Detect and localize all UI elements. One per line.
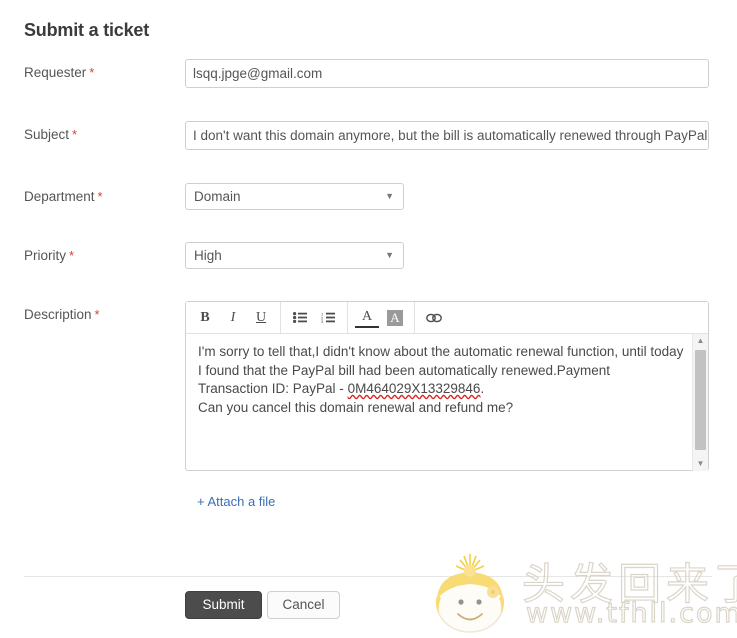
description-line: I found that the PayPal bill had been au… bbox=[198, 362, 611, 378]
required-asterisk: * bbox=[72, 127, 78, 142]
bullet-list-icon[interactable] bbox=[288, 307, 312, 329]
chevron-down-icon: ▼ bbox=[385, 191, 394, 201]
cancel-button[interactable]: Cancel bbox=[267, 591, 340, 619]
numbered-list-icon[interactable]: 1 2 3 bbox=[316, 307, 340, 329]
subject-label-text: Subject bbox=[24, 127, 70, 142]
description-line: I'm sorry to tell that,I didn't know abo… bbox=[198, 344, 684, 359]
description-label-text: Description bbox=[24, 307, 92, 322]
description-line: Transaction ID: PayPal - 0M464029X133298… bbox=[198, 380, 696, 399]
svg-text:3: 3 bbox=[321, 319, 324, 323]
priority-label: Priority * bbox=[24, 248, 74, 263]
requester-label-text: Requester bbox=[24, 65, 87, 80]
description-line: Can you cancel this domain renewal and r… bbox=[198, 399, 514, 415]
priority-selected-value: High bbox=[194, 248, 222, 263]
description-editor: B I U 1 2 3 A A I'm sorry to tell that,I… bbox=[185, 301, 709, 471]
toolbar-group-color: A A bbox=[348, 302, 415, 333]
link-icon[interactable] bbox=[422, 307, 446, 329]
numbered-list-glyph: 1 2 3 bbox=[321, 312, 335, 323]
scrollbar-thumb[interactable] bbox=[695, 350, 706, 450]
font-color-icon[interactable]: A bbox=[355, 308, 379, 328]
department-selected-value: Domain bbox=[194, 189, 241, 204]
watermark: 头发回来了 www.tfhll.com bbox=[430, 548, 737, 638]
priority-select[interactable]: High ▼ bbox=[185, 242, 404, 269]
required-asterisk: * bbox=[69, 248, 75, 263]
form-divider bbox=[24, 576, 712, 577]
requester-label: Requester * bbox=[24, 65, 94, 80]
link-glyph bbox=[426, 313, 442, 322]
scroll-down-icon[interactable]: ▼ bbox=[693, 457, 708, 471]
highlight-swatch: A bbox=[387, 309, 403, 326]
italic-icon[interactable]: I bbox=[221, 307, 245, 329]
required-asterisk: * bbox=[97, 189, 103, 204]
watermark-text-cn: 头发回来了 bbox=[521, 559, 737, 610]
department-label-text: Department bbox=[24, 189, 95, 204]
toolbar-group-lists: 1 2 3 bbox=[281, 302, 348, 333]
highlight-color-icon[interactable]: A bbox=[383, 307, 407, 329]
required-asterisk: * bbox=[89, 65, 95, 80]
toolbar-group-link bbox=[415, 302, 453, 333]
toolbar-group-format: B I U bbox=[186, 302, 281, 333]
department-select[interactable]: Domain ▼ bbox=[185, 183, 404, 210]
priority-label-text: Priority bbox=[24, 248, 67, 263]
editor-toolbar: B I U 1 2 3 A A bbox=[186, 302, 708, 334]
submit-button[interactable]: Submit bbox=[185, 591, 262, 619]
scroll-up-icon[interactable]: ▲ bbox=[693, 334, 708, 348]
underline-icon[interactable]: U bbox=[249, 307, 273, 329]
chevron-down-icon: ▼ bbox=[385, 250, 394, 260]
description-label: Description * bbox=[24, 307, 100, 322]
page-title: Submit a ticket bbox=[24, 20, 150, 40]
cartoon-face-icon bbox=[435, 554, 505, 633]
bullet-list-glyph bbox=[293, 312, 307, 323]
transaction-id: 0M464029X13329846 bbox=[347, 381, 481, 396]
department-label: Department * bbox=[24, 189, 103, 204]
description-scrollbar[interactable]: ▲ ▼ bbox=[692, 334, 708, 471]
description-line-prefix: Transaction ID: PayPal - bbox=[198, 381, 348, 396]
subject-input[interactable]: I don't want this domain anymore, but th… bbox=[185, 121, 709, 150]
subject-label: Subject * bbox=[24, 127, 77, 142]
transaction-id-suffix: . bbox=[480, 381, 485, 396]
bold-icon[interactable]: B bbox=[193, 307, 217, 329]
attach-file-link[interactable]: + Attach a file bbox=[197, 494, 275, 509]
required-asterisk: * bbox=[94, 307, 100, 322]
requester-input[interactable]: lsqq.jpge@gmail.com bbox=[185, 59, 709, 88]
watermark-text-url: www.tfhll.com bbox=[525, 597, 737, 629]
description-textarea[interactable]: I'm sorry to tell that,I didn't know abo… bbox=[186, 334, 708, 471]
